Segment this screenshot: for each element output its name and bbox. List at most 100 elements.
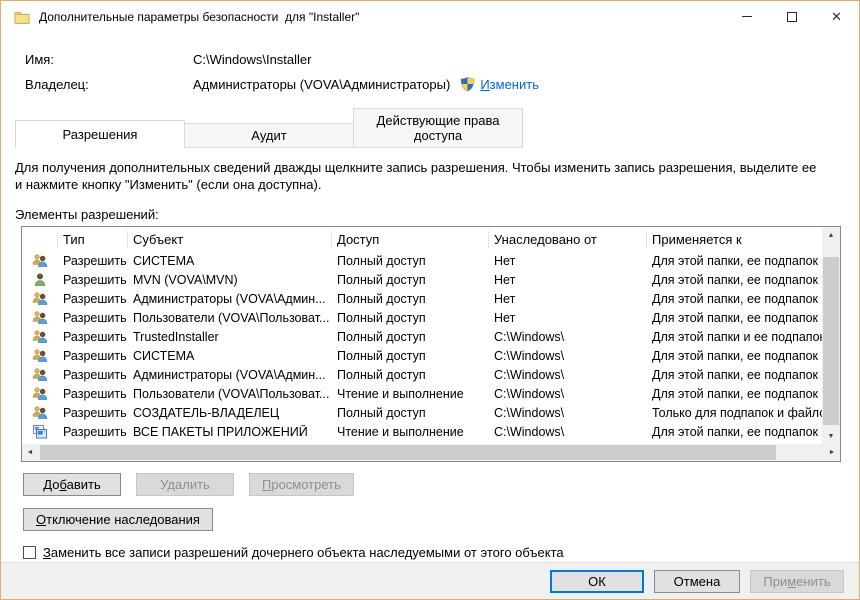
replace-permissions-row: Заменить все записи разрешений дочернего… <box>23 545 845 560</box>
table-row[interactable]: РазрешитьВСЕ ПАКЕТЫ ПРИЛОЖЕНИЙЧтение и в… <box>22 422 822 441</box>
scroll-left-icon[interactable]: ◄ <box>22 449 38 456</box>
scroll-right-icon[interactable]: ► <box>824 449 840 456</box>
row-type: Разрешить <box>58 273 128 287</box>
group-icon <box>22 386 58 402</box>
row-access: Чтение и выполнение <box>332 425 489 439</box>
row-inherited-from: Нет <box>489 273 647 287</box>
table-row[interactable]: РазрешитьСИСТЕМАПолный доступC:\Windows\… <box>22 346 822 365</box>
row-inherited-from: Нет <box>489 254 647 268</box>
owner-value: Администраторы (VOVA\Администраторы) <box>193 77 450 92</box>
permissions-table-body: РазрешитьСИСТЕМАПолный доступНетДля этой… <box>22 251 822 444</box>
group-icon <box>22 329 58 345</box>
row-applies-to: Для этой папки, ее подпапок и <box>647 292 822 306</box>
tab-effective-access[interactable]: Действующие права доступа <box>353 108 523 148</box>
column-header-type[interactable]: Тип <box>58 231 128 248</box>
minimize-button[interactable] <box>724 1 769 32</box>
advanced-security-settings-dialog: Дополнительные параметры безопасности дл… <box>0 0 860 600</box>
window-title: Дополнительные параметры безопасности дл… <box>39 10 359 24</box>
maximize-button[interactable] <box>769 1 814 32</box>
row-type: Разрешить <box>58 387 128 401</box>
row-inherited-from: Нет <box>489 292 647 306</box>
table-row[interactable]: РазрешитьTrustedInstallerПолный доступC:… <box>22 327 822 346</box>
column-header-inherited-from[interactable]: Унаследовано от <box>489 231 647 248</box>
permission-entries-label: Элементы разрешений: <box>15 207 845 222</box>
horizontal-scrollbar[interactable]: ◄ ► <box>22 444 840 461</box>
uac-shield-icon <box>460 76 475 92</box>
table-row[interactable]: РазрешитьАдминистраторы (VOVA\Админ...По… <box>22 289 822 308</box>
table-row[interactable]: РазрешитьMVN (VOVA\MVN)Полный доступНетД… <box>22 270 822 289</box>
replace-permissions-label: Заменить все записи разрешений дочернего… <box>43 545 564 560</box>
tab-permissions[interactable]: Разрешения <box>15 120 185 148</box>
group-icon <box>22 310 58 326</box>
table-row[interactable]: РазрешитьСИСТЕМАПолный доступНетДля этой… <box>22 251 822 270</box>
row-applies-to: Для этой папки, ее подпапок и <box>647 273 822 287</box>
table-row[interactable]: РазрешитьПользователи (VOVA\Пользоват...… <box>22 308 822 327</box>
row-access: Полный доступ <box>332 406 489 420</box>
row-applies-to: Для этой папки, ее подпапок и <box>647 349 822 363</box>
row-type: Разрешить <box>58 311 128 325</box>
column-header-icon[interactable] <box>22 231 58 248</box>
title-bar: Дополнительные параметры безопасности дл… <box>1 1 859 32</box>
row-applies-to: Для этой папки, ее подпапок и <box>647 368 822 382</box>
row-principal: Пользователи (VOVA\Пользоват... <box>128 387 332 401</box>
row-type: Разрешить <box>58 425 128 439</box>
row-access: Полный доступ <box>332 311 489 325</box>
row-type: Разрешить <box>58 349 128 363</box>
permissions-description: Для получения дополнительных сведений дв… <box>15 159 821 193</box>
app-package-icon <box>22 424 58 440</box>
group-icon <box>22 253 58 269</box>
row-type: Разрешить <box>58 254 128 268</box>
row-access: Полный доступ <box>332 273 489 287</box>
permissions-table: Тип Субъект Доступ Унаследовано от Приме… <box>21 226 841 462</box>
close-icon: ✕ <box>831 10 842 23</box>
ok-button[interactable]: ОК <box>550 570 644 593</box>
row-principal: ВСЕ ПАКЕТЫ ПРИЛОЖЕНИЙ <box>128 425 332 439</box>
folder-icon <box>14 9 30 25</box>
replace-permissions-checkbox[interactable] <box>23 546 36 559</box>
minimize-icon <box>742 16 752 17</box>
inheritance-row: Отключение наследования <box>23 508 845 531</box>
maximize-icon <box>787 12 797 22</box>
apply-button[interactable]: Применить <box>750 570 844 593</box>
view-button[interactable]: Просмотреть <box>249 473 354 496</box>
group-icon <box>22 291 58 307</box>
name-label: Имя: <box>25 52 193 67</box>
vertical-scrollbar[interactable]: ▲ ▼ <box>822 227 840 444</box>
row-applies-to: Для этой папки, ее подпапок и <box>647 425 822 439</box>
remove-button[interactable]: Удалить <box>136 473 234 496</box>
column-header-access[interactable]: Доступ <box>332 231 489 248</box>
row-principal: СОЗДАТЕЛЬ-ВЛАДЕЛЕЦ <box>128 406 332 420</box>
row-inherited-from: C:\Windows\ <box>489 330 647 344</box>
vertical-scrollbar-thumb[interactable] <box>823 257 839 425</box>
disable-inheritance-button[interactable]: Отключение наследования <box>23 508 213 531</box>
row-access: Чтение и выполнение <box>332 387 489 401</box>
owner-label: Владелец: <box>25 77 193 92</box>
column-header-principal[interactable]: Субъект <box>128 231 332 248</box>
owner-row: Владелец: Администраторы (VOVA\Администр… <box>25 76 845 92</box>
tab-auditing[interactable]: Аудит <box>184 123 354 148</box>
tab-strip: Разрешения Аудит Действующие права досту… <box>15 108 845 148</box>
row-access: Полный доступ <box>332 292 489 306</box>
row-type: Разрешить <box>58 368 128 382</box>
close-button[interactable]: ✕ <box>814 1 859 32</box>
table-row[interactable]: РазрешитьПользователи (VOVA\Пользоват...… <box>22 384 822 403</box>
add-button[interactable]: Добавить <box>23 473 121 496</box>
scroll-down-icon[interactable]: ▼ <box>822 428 840 444</box>
cancel-button[interactable]: Отмена <box>654 570 740 593</box>
change-owner-link[interactable]: Изменить <box>480 77 539 92</box>
scroll-up-icon[interactable]: ▲ <box>822 227 840 243</box>
table-row[interactable]: РазрешитьАдминистраторы (VOVA\Админ...По… <box>22 365 822 384</box>
horizontal-scrollbar-thumb[interactable] <box>40 445 776 460</box>
table-row[interactable]: РазрешитьСОЗДАТЕЛЬ-ВЛАДЕЛЕЦПолный доступ… <box>22 403 822 422</box>
row-applies-to: Для этой папки и ее подпапок <box>647 330 822 344</box>
row-inherited-from: Нет <box>489 311 647 325</box>
row-principal: Пользователи (VOVA\Пользоват... <box>128 311 332 325</box>
name-value: C:\Windows\Installer <box>193 52 311 67</box>
row-principal: СИСТЕМА <box>128 254 332 268</box>
dialog-body: Имя: C:\Windows\Installer Владелец: Адми… <box>1 32 859 562</box>
row-inherited-from: C:\Windows\ <box>489 368 647 382</box>
column-header-applies-to[interactable]: Применяется к <box>647 231 822 248</box>
row-applies-to: Только для подпапок и файлов <box>647 406 822 420</box>
row-principal: TrustedInstaller <box>128 330 332 344</box>
table-header: Тип Субъект Доступ Унаследовано от Приме… <box>22 227 822 251</box>
